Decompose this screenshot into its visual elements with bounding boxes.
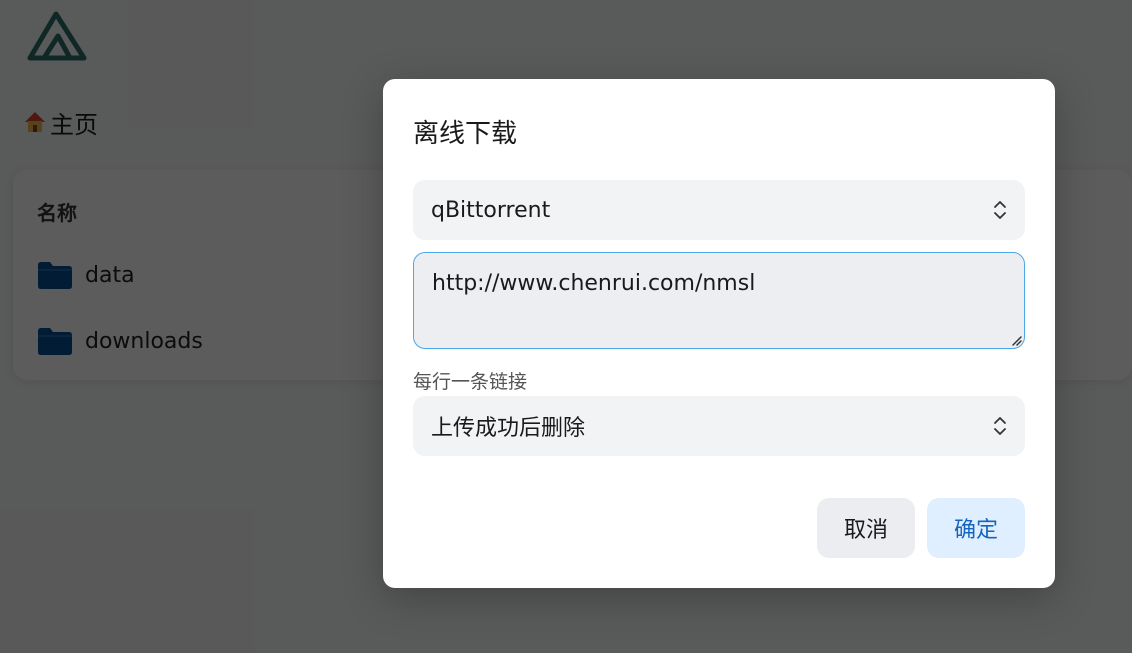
offline-download-dialog: 离线下载 qBittorrent http://www.chenrui.com/…	[383, 79, 1055, 588]
delete-policy-select[interactable]: 上传成功后删除	[413, 396, 1025, 456]
download-tool-select[interactable]: qBittorrent	[413, 180, 1025, 240]
dialog-title: 离线下载	[413, 119, 518, 149]
resize-handle-icon[interactable]	[1010, 334, 1022, 346]
chevron-up-down-icon	[994, 417, 1006, 435]
urls-helper-text: 每行一条链接	[413, 371, 528, 393]
confirm-button[interactable]: 确定	[927, 498, 1025, 558]
chevron-up-down-icon	[994, 201, 1006, 219]
urls-textarea[interactable]: http://www.chenrui.com/nmsl	[413, 252, 1025, 349]
delete-policy-select-value: 上传成功后删除	[431, 416, 586, 441]
download-tool-select-value: qBittorrent	[431, 197, 551, 223]
cancel-button[interactable]: 取消	[817, 498, 915, 558]
